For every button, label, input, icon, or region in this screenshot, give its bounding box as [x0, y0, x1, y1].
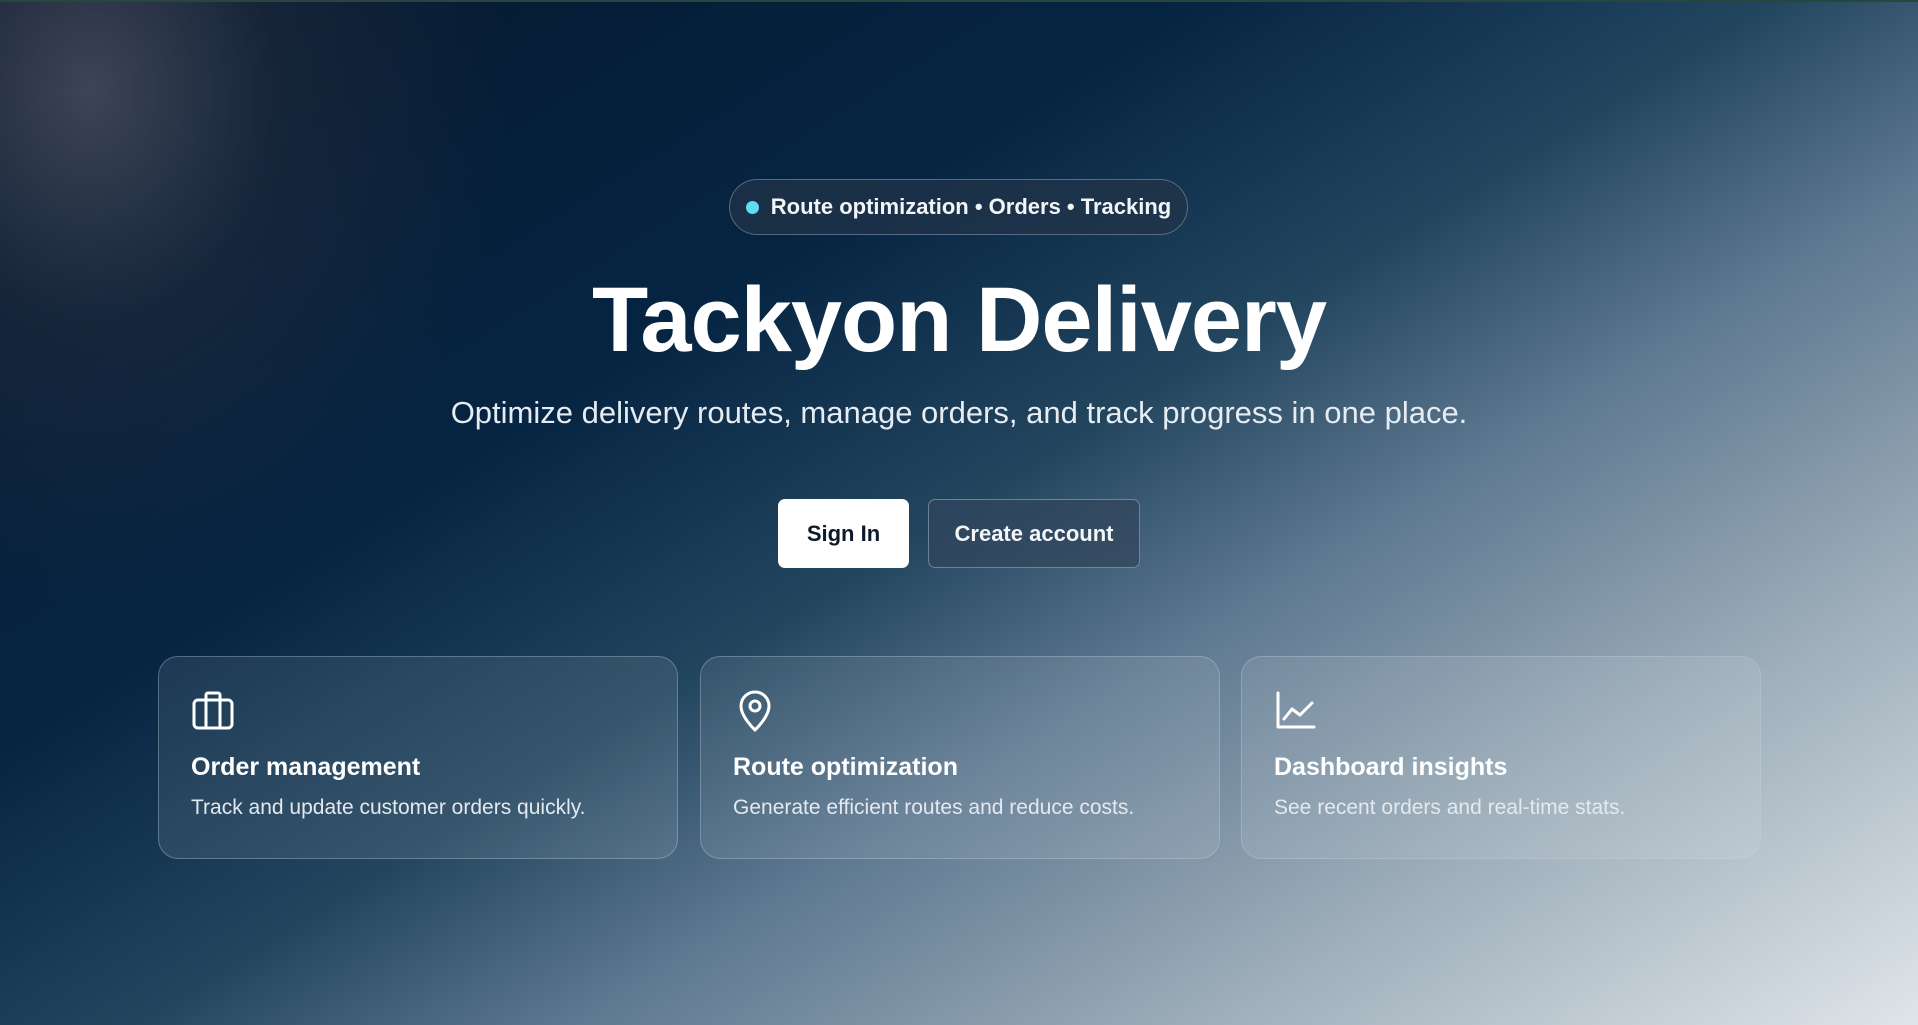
create-account-button[interactable]: Create account — [928, 499, 1140, 568]
feature-card-order-management: Order management Track and update custom… — [158, 656, 678, 859]
feature-card-title: Route optimization — [733, 753, 958, 781]
feature-card-dashboard-insights: Dashboard insights See recent orders and… — [1241, 656, 1761, 859]
sign-in-button[interactable]: Sign In — [778, 499, 909, 568]
feature-badge: Route optimization • Orders • Tracking — [729, 179, 1188, 235]
line-chart-icon — [1274, 689, 1318, 733]
feature-card-description: Generate efficient routes and reduce cos… — [733, 796, 1135, 819]
top-border — [0, 0, 1918, 2]
page-title: Tackyon Delivery — [591, 269, 1327, 371]
feature-card-description: See recent orders and real-time stats. — [1274, 796, 1626, 819]
briefcase-icon — [191, 689, 235, 733]
feature-card-title: Order management — [191, 753, 421, 781]
feature-badge-text: Route optimization • Orders • Tracking — [770, 194, 1172, 219]
status-dot-icon — [745, 200, 759, 214]
page-subtitle: Optimize delivery routes, manage orders,… — [450, 395, 1468, 430]
map-pin-icon — [733, 689, 777, 733]
feature-card-route-optimization: Route optimization Generate efficient ro… — [700, 656, 1220, 859]
feature-card-title: Dashboard insights — [1274, 753, 1508, 781]
feature-card-description: Track and update customer orders quickly… — [191, 796, 586, 819]
